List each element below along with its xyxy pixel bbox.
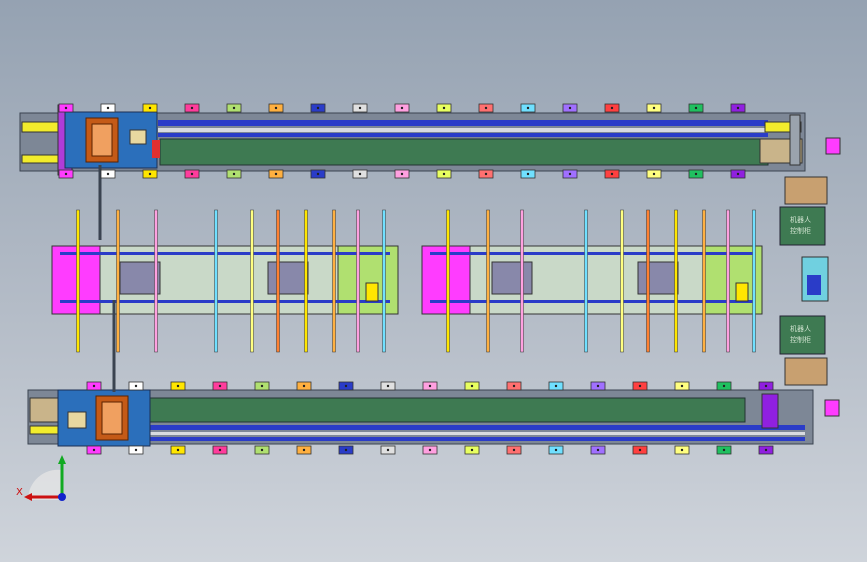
control-cabinet-top-line2: 控制柜 (790, 226, 811, 235)
control-cabinet-top-line1: 机器人 (790, 215, 811, 224)
top-endstop (825, 137, 841, 155)
guide-bar (154, 209, 158, 353)
guide-bar (584, 209, 588, 353)
guide-bar (332, 209, 336, 353)
control-cabinet-bottom-line1: 机器人 (790, 324, 811, 333)
bottom-belt (149, 397, 746, 423)
control-cabinet-bottom (779, 315, 826, 355)
guide-bar (250, 209, 254, 353)
guide-bar (304, 209, 308, 353)
guide-bar (486, 209, 490, 353)
guide-bar (520, 209, 524, 353)
guide-bar (752, 209, 756, 353)
guide-bar (382, 209, 386, 353)
bottom-conveyor (27, 300, 814, 455)
guide-bar (702, 209, 706, 353)
cad-viewport[interactable]: 机器人 控制柜 机器人 控制柜 X (0, 0, 867, 562)
bottom-endstop (824, 399, 840, 417)
axis-x-label: X (16, 487, 23, 498)
control-cabinet-bottom-line2: 控制柜 (790, 335, 811, 344)
layout-drawing: 机器人 控制柜 机器人 控制柜 X (16, 103, 841, 501)
guide-bar (646, 209, 650, 353)
coordinate-triad-icon: X (16, 455, 66, 501)
guide-bar (214, 209, 218, 353)
guide-bar (276, 209, 280, 353)
guide-bar (446, 209, 450, 353)
right-panels: 机器人 控制柜 机器人 控制柜 (779, 137, 841, 417)
right-bench (421, 209, 763, 353)
guide-bar (76, 209, 80, 353)
guide-bar (674, 209, 678, 353)
guide-bar (356, 209, 360, 353)
top-conveyor (19, 103, 806, 240)
left-bench (51, 209, 399, 353)
top-belt (159, 138, 769, 166)
guide-bar (116, 209, 120, 353)
guide-bar (620, 209, 624, 353)
control-cabinet-top (779, 206, 826, 246)
guide-bar (726, 209, 730, 353)
